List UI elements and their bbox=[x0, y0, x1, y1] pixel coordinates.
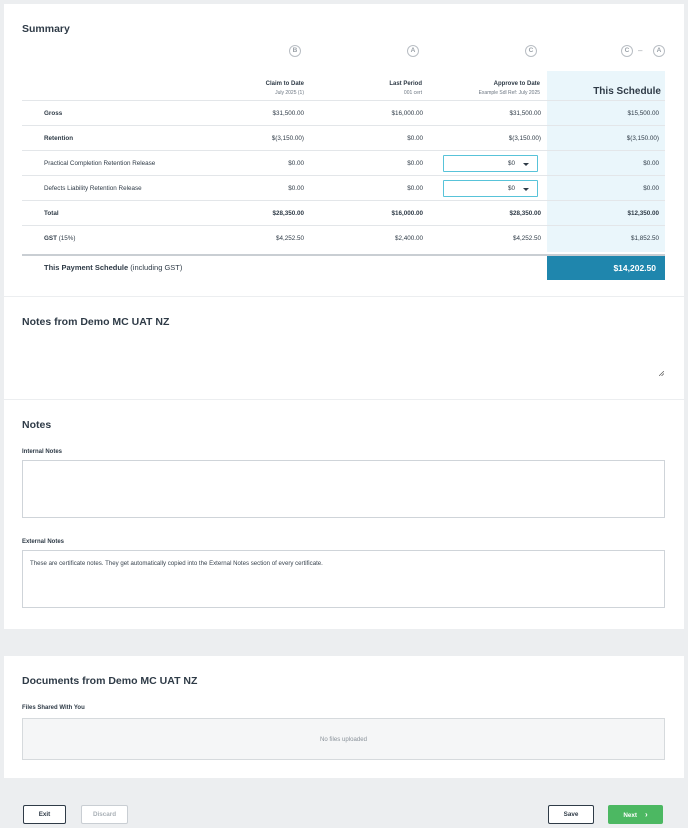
summary-panel: Summary B A C C – A Claim to Date July 2… bbox=[4, 4, 684, 296]
discard-button[interactable]: Discard bbox=[81, 805, 128, 824]
cell-last: $0.00 bbox=[407, 185, 423, 192]
col-claim-to-date: Claim to Date bbox=[265, 81, 304, 87]
summary-title: Summary bbox=[22, 23, 70, 35]
exit-button[interactable]: Exit bbox=[23, 805, 66, 824]
next-label: Next bbox=[623, 812, 637, 819]
col-approve-sub: Example Sdl Ref: July 2025 bbox=[478, 90, 540, 96]
practical-completion-release-select[interactable]: $0 bbox=[443, 155, 538, 172]
next-button[interactable]: Next › bbox=[608, 805, 663, 824]
internal-notes-label: Internal Notes bbox=[22, 449, 63, 455]
cell-approve: $31,500.00 bbox=[509, 110, 541, 117]
external-notes-textarea[interactable]: These are certificate notes. They get au… bbox=[22, 550, 665, 608]
row-label: Practical Completion Retention Release bbox=[44, 160, 156, 167]
notes-panel: Notes Internal Notes External Notes Thes… bbox=[4, 400, 684, 629]
table-row-defects-liability: Defects Liability Retention Release $0.0… bbox=[22, 175, 665, 200]
cell-claim: $(3,150.00) bbox=[271, 135, 304, 142]
internal-notes-textarea[interactable] bbox=[22, 460, 665, 518]
marker-b-icon: B bbox=[289, 45, 301, 57]
cell-schedule: $1,852.50 bbox=[630, 235, 659, 242]
documents-panel: Documents from Demo MC UAT NZ Files Shar… bbox=[4, 656, 684, 778]
cell-last: $0.00 bbox=[407, 135, 423, 142]
col-last-sub: 001 cert bbox=[403, 90, 422, 96]
cell-last: $2,400.00 bbox=[394, 235, 423, 242]
documents-title: Documents from Demo MC UAT NZ bbox=[22, 675, 198, 687]
col-last-period: Last Period bbox=[389, 81, 422, 87]
gst-label: GST bbox=[44, 235, 57, 242]
table-row-gst: GST (15%) $4,252.50 $2,400.00 $4,252.50 … bbox=[22, 225, 665, 250]
cell-schedule: $0.00 bbox=[643, 185, 659, 192]
cell-claim: $0.00 bbox=[288, 185, 304, 192]
marker-c-icon: C bbox=[525, 45, 537, 57]
col-approve-to-date: Approve to Date bbox=[493, 81, 540, 87]
table-row-retention: Retention $(3,150.00) $0.00 $(3,150.00) … bbox=[22, 125, 665, 150]
cell-approve: $4,252.50 bbox=[512, 235, 541, 242]
no-files-text: No files uploaded bbox=[319, 736, 368, 743]
cell-claim: $4,252.50 bbox=[275, 235, 304, 242]
caret-down-icon bbox=[523, 163, 529, 166]
cell-claim: $0.00 bbox=[288, 160, 304, 167]
marker-c-schedule-icon: C bbox=[621, 45, 633, 57]
cell-schedule: $15,500.00 bbox=[627, 110, 659, 117]
table-row-practical-completion: Practical Completion Retention Release $… bbox=[22, 150, 665, 175]
defects-liability-release-select[interactable]: $0 bbox=[443, 180, 538, 197]
chevron-right-icon: › bbox=[644, 810, 648, 819]
select-value: $0 bbox=[507, 185, 515, 192]
notes-title: Notes bbox=[22, 419, 52, 431]
payment-label-main: This Payment Schedule bbox=[44, 263, 129, 272]
row-label: Total bbox=[44, 210, 59, 217]
cell-last: $16,000.00 bbox=[391, 110, 423, 117]
cell-schedule: $0.00 bbox=[643, 160, 659, 167]
cell-claim: $28,350.00 bbox=[272, 210, 304, 217]
external-notes-label: External Notes bbox=[22, 539, 65, 545]
row-label: Retention bbox=[44, 135, 74, 142]
notes-from-panel: Notes from Demo MC UAT NZ bbox=[4, 297, 684, 399]
table-row-gross: Gross $31,500.00 $16,000.00 $31,500.00 $… bbox=[22, 100, 665, 125]
save-button[interactable]: Save bbox=[548, 805, 594, 824]
cell-schedule: $12,350.00 bbox=[627, 210, 659, 217]
marker-dash: – bbox=[638, 46, 643, 55]
table-row-total: Total $28,350.00 $16,000.00 $28,350.00 $… bbox=[22, 200, 665, 225]
select-value: $0 bbox=[507, 160, 515, 167]
row-label: GST (15%) bbox=[44, 235, 76, 242]
payment-label-suffix: (including GST) bbox=[128, 263, 183, 272]
marker-a-schedule-icon: A bbox=[653, 45, 665, 57]
payment-label: This Payment Schedule (including GST) bbox=[44, 263, 182, 272]
cell-last: $16,000.00 bbox=[391, 210, 423, 217]
cell-last: $0.00 bbox=[407, 160, 423, 167]
cell-approve: $28,350.00 bbox=[509, 210, 541, 217]
cell-schedule: $(3,150.00) bbox=[626, 135, 659, 142]
col-this-schedule: This Schedule bbox=[593, 86, 661, 97]
row-label: Gross bbox=[44, 110, 63, 117]
files-shared-label: Files Shared With You bbox=[22, 705, 85, 711]
marker-a-icon: A bbox=[407, 45, 419, 57]
notes-from-title: Notes from Demo MC UAT NZ bbox=[22, 316, 170, 328]
col-claim-sub: July 2025 (1) bbox=[275, 90, 304, 96]
caret-down-icon bbox=[523, 188, 529, 191]
file-upload-area[interactable]: No files uploaded bbox=[22, 718, 665, 760]
gst-rate: (15%) bbox=[56, 235, 76, 242]
payment-schedule-amount: $14,202.50 bbox=[547, 256, 665, 280]
cell-claim: $31,500.00 bbox=[272, 110, 304, 117]
cell-approve: $(3,150.00) bbox=[508, 135, 541, 142]
resize-handle-icon[interactable] bbox=[659, 371, 664, 376]
external-notes-text: These are certificate notes. They get au… bbox=[30, 560, 323, 567]
row-label: Defects Liability Retention Release bbox=[44, 185, 142, 192]
